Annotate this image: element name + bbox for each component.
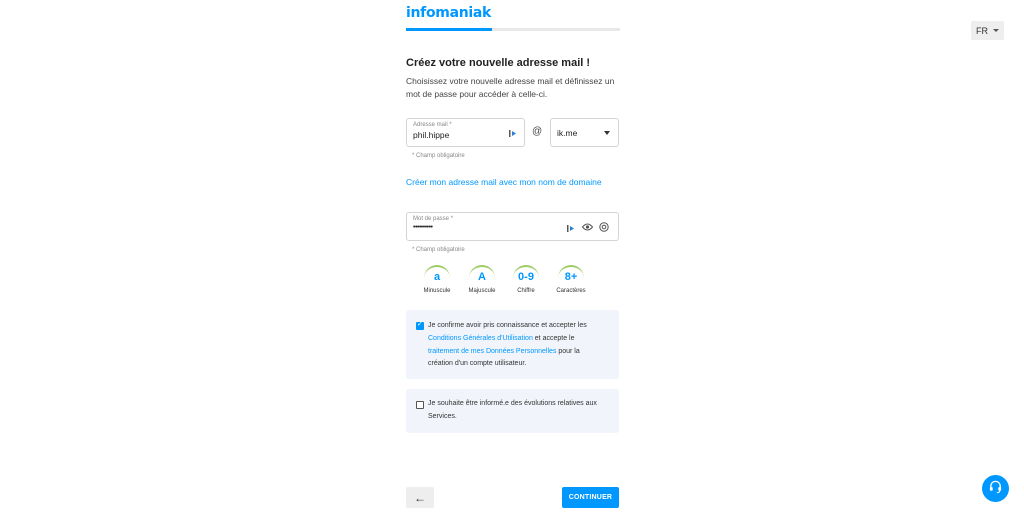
requirement-digit: 0-9 Chiffre bbox=[506, 265, 546, 294]
requirement-lowercase-label: Minuscule bbox=[423, 288, 451, 294]
caret-down-icon bbox=[993, 29, 999, 32]
requirement-uppercase-symbol: A bbox=[469, 265, 495, 283]
password-field-label: Mot de passe * bbox=[413, 216, 454, 222]
requirement-uppercase: A Majuscule bbox=[462, 265, 502, 294]
progress-bar-fill bbox=[406, 28, 492, 31]
page-title: Créez votre nouvelle adresse mail ! bbox=[406, 57, 591, 69]
language-selector[interactable]: FR bbox=[971, 21, 1004, 40]
eye-icon[interactable] bbox=[581, 223, 594, 233]
check-icon: ✓ bbox=[417, 321, 423, 328]
email-helper-text: * Champ obligatoire bbox=[412, 153, 465, 159]
own-domain-link[interactable]: Créer mon adresse mail avec mon nom de d… bbox=[406, 177, 602, 187]
keyboard-assist-icon bbox=[567, 224, 575, 235]
domain-select-value: ik.me bbox=[557, 128, 578, 138]
personal-data-link[interactable]: traitement de mes Données Personnelles bbox=[428, 348, 556, 355]
email-field[interactable]: Adresse mail * phil.hippe bbox=[406, 118, 525, 147]
terms-of-use-link[interactable]: Conditions Générales d'Utilisation bbox=[428, 335, 533, 342]
terms-text-part: Je confirme avoir pris connaissance et a… bbox=[428, 322, 587, 329]
chevron-down-icon bbox=[604, 131, 610, 135]
language-selected: FR bbox=[976, 25, 988, 36]
requirement-digit-label: Chiffre bbox=[517, 288, 535, 294]
requirement-lowercase-symbol: a bbox=[424, 265, 450, 283]
terms-checkbox[interactable]: ✓ bbox=[416, 321, 424, 330]
newsletter-box: Je souhaite être informé.e des évolution… bbox=[406, 389, 619, 433]
terms-text-part: création d'un compte utilisateur. bbox=[428, 360, 527, 368]
keyboard-assist-icon bbox=[509, 129, 517, 140]
domain-select[interactable]: ik.me bbox=[550, 118, 619, 147]
terms-text-part: et accepte le bbox=[532, 334, 575, 342]
requirement-length: 8+ Caractères bbox=[551, 265, 591, 294]
page-subtitle: Choisissez votre nouvelle adresse mail e… bbox=[406, 76, 615, 99]
email-field-value: phil.hippe bbox=[413, 130, 450, 140]
brand-logo: infomaniak bbox=[406, 5, 492, 21]
at-symbol: @ bbox=[532, 126, 543, 137]
back-button[interactable]: ← bbox=[406, 487, 434, 508]
terms-text-part: pour la bbox=[556, 347, 580, 355]
requirement-lowercase: a Minuscule bbox=[417, 265, 457, 294]
continue-button[interactable]: CONTINUER bbox=[562, 487, 619, 508]
requirement-length-label: Caractères bbox=[556, 288, 586, 294]
headset-icon bbox=[988, 479, 1003, 499]
help-button[interactable] bbox=[982, 475, 1009, 502]
password-generator-icon[interactable] bbox=[599, 222, 609, 234]
password-field[interactable]: Mot de passe * •••••••••• bbox=[406, 212, 619, 241]
password-helper-text: * Champ obligatoire bbox=[412, 247, 465, 253]
requirement-digit-symbol: 0-9 bbox=[513, 265, 539, 283]
progress-bar bbox=[406, 28, 620, 31]
newsletter-text: Je souhaite être informé.e des évolution… bbox=[428, 400, 597, 420]
requirement-length-symbol: 8+ bbox=[558, 265, 584, 283]
password-field-value: •••••••••• bbox=[413, 224, 433, 231]
email-field-label: Adresse mail * bbox=[413, 122, 452, 128]
terms-text: Je confirme avoir pris connaissance et a… bbox=[428, 320, 613, 371]
newsletter-checkbox[interactable] bbox=[416, 401, 424, 409]
arrow-left-icon: ← bbox=[414, 490, 426, 505]
terms-box: ✓ Je confirme avoir pris connaissance et… bbox=[406, 310, 619, 379]
requirement-uppercase-label: Majuscule bbox=[468, 288, 496, 294]
